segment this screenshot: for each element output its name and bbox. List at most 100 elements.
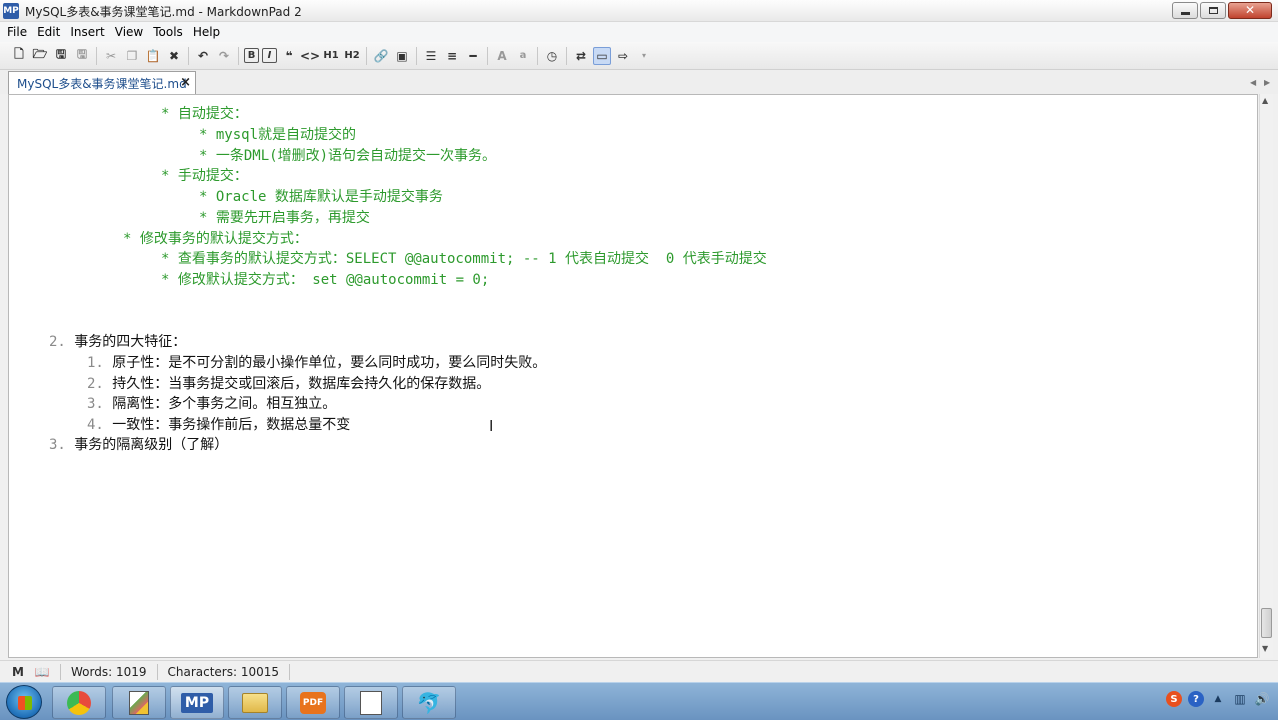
list-text: 一致性：事务操作前后，数据总量不变 — [112, 417, 351, 433]
open-folder-icon[interactable]: 🗁 — [31, 47, 49, 65]
tab-label: MySQL多表&事务课堂笔记.md — [17, 76, 187, 91]
windows-logo-icon — [18, 696, 32, 710]
code-button[interactable]: <> — [300, 47, 320, 65]
scroll-down-icon[interactable]: ▼ — [1262, 644, 1268, 653]
taskbar-browser[interactable] — [52, 686, 106, 719]
image-icon[interactable]: ▣ — [393, 47, 411, 65]
tab-close-icon[interactable]: × — [180, 75, 191, 90]
taskbar-mysql-tool[interactable]: 🐬 — [402, 686, 456, 719]
list-text: 隔离性：多个事务之间。相互独立。 — [112, 396, 337, 412]
list-number: 2. — [49, 334, 66, 350]
markdown-mode-icon[interactable]: M — [10, 665, 26, 679]
font-smaller-button[interactable]: a — [514, 47, 532, 65]
heading1-button[interactable]: H1 — [322, 47, 340, 65]
list-item: 4. 一致性：事务操作前后，数据总量不变 — [87, 415, 350, 435]
toolbar-separator — [238, 46, 239, 65]
cut-icon[interactable]: ✂ — [102, 47, 120, 65]
taskbar-notepad[interactable] — [344, 686, 398, 719]
paste-icon[interactable]: 📋 — [144, 47, 162, 65]
word-count: Words: 1019 — [71, 664, 147, 679]
menu-insert[interactable]: Insert — [65, 25, 109, 39]
taskbar-paint[interactable] — [112, 686, 166, 719]
sogou-input-icon[interactable]: S — [1166, 691, 1182, 707]
toolbar-separator — [188, 46, 189, 65]
notepad-icon — [360, 690, 382, 715]
list-number: 3. — [87, 396, 104, 412]
tab-scroll-left-icon[interactable]: ◀ — [1250, 78, 1256, 87]
markdownpad-logo-icon: MP — [3, 3, 19, 19]
close-icon: ✕ — [1244, 3, 1256, 17]
list-number: 1. — [87, 355, 104, 371]
horizontal-rule-icon[interactable]: ━ — [464, 47, 482, 65]
list-item: 3. 事务的隔离级别（了解） — [49, 435, 228, 455]
menu-view[interactable]: View — [110, 25, 148, 39]
delete-icon[interactable]: ✖ — [165, 47, 183, 65]
editor-line: * 查看事务的默认提交方式：SELECT @@autocommit; -- 1 … — [161, 251, 767, 267]
minimize-icon — [1181, 12, 1190, 15]
undo-icon[interactable]: ↶ — [194, 47, 212, 65]
editor-line: * mysql就是自动提交的 — [199, 127, 357, 143]
menu-tools[interactable]: Tools — [148, 25, 188, 39]
editor-line: * 修改默认提交方式： set @@autocommit = 0; — [161, 272, 490, 288]
unordered-list-icon[interactable]: ☰ — [422, 47, 440, 65]
bold-button[interactable]: B — [244, 48, 259, 63]
taskbar: MP PDF 🐬 S ? ▲ ▥ 🔊 — [0, 682, 1278, 720]
vertical-scrollbar[interactable]: ▲ ▼ — [1259, 94, 1273, 658]
close-button[interactable]: ✕ — [1228, 2, 1272, 19]
volume-icon[interactable]: 🔊 — [1254, 691, 1270, 707]
ordered-list-icon[interactable]: ≡ — [443, 47, 461, 65]
list-item: 1. 原子性：是不可分割的最小操作单位，要么同时成功，要么同时失败。 — [87, 353, 546, 373]
timestamp-icon[interactable]: ◷ — [543, 47, 561, 65]
link-icon[interactable]: 🔗 — [372, 47, 390, 65]
font-larger-button[interactable]: A — [493, 47, 511, 65]
taskbar-markdownpad[interactable]: MP — [170, 686, 224, 719]
browser-icon — [67, 690, 91, 715]
heading2-button[interactable]: H2 — [343, 47, 361, 65]
menu-file[interactable]: File — [2, 25, 32, 39]
new-document-icon[interactable]: 🗋 — [10, 47, 28, 65]
quote-button[interactable]: ❝ — [280, 47, 298, 65]
editor-line: * 需要先开启事务，再提交 — [199, 210, 370, 226]
status-bar: M 📖 Words: 1019 Characters: 10015 — [0, 660, 1278, 682]
toolbar-separator — [366, 46, 367, 65]
tab-document[interactable]: MySQL多表&事务课堂笔记.md × — [8, 71, 196, 94]
taskbar-pdf-reader[interactable]: PDF — [286, 686, 340, 719]
redo-icon[interactable]: ↷ — [215, 47, 233, 65]
copy-icon[interactable]: ❐ — [123, 47, 141, 65]
title-bar: MP MySQL多表&事务课堂笔记.md - MarkdownPad 2 ✕ — [0, 0, 1278, 22]
editor-pane[interactable]: * ······ · ···· * 自动提交： * mysql就是自动提交的 *… — [8, 94, 1258, 658]
toolbar-overflow-icon[interactable]: ▾ — [635, 47, 653, 65]
menu-help[interactable]: Help — [188, 25, 225, 39]
export-icon[interactable]: ⇨ — [614, 47, 632, 65]
scroll-up-icon[interactable]: ▲ — [1262, 96, 1268, 105]
list-text: 持久性：当事务提交或回滚后，数据库会持久化的保存数据。 — [112, 376, 491, 392]
text-cursor-icon: Ι — [489, 417, 494, 435]
editor-line: * 自动提交： — [161, 106, 248, 122]
sync-scroll-icon[interactable]: ⇄ — [572, 47, 590, 65]
tray-expand-icon[interactable]: ▲ — [1210, 691, 1226, 707]
maximize-button[interactable] — [1200, 2, 1226, 19]
minimize-button[interactable] — [1172, 2, 1198, 19]
character-count: Characters: 10015 — [167, 664, 280, 679]
menu-edit[interactable]: Edit — [32, 25, 65, 39]
network-icon[interactable]: ▥ — [1232, 691, 1248, 707]
window-title: MySQL多表&事务课堂笔记.md - MarkdownPad 2 — [25, 5, 302, 19]
book-icon[interactable]: 📖 — [34, 665, 50, 679]
italic-button[interactable]: I — [262, 48, 277, 63]
taskbar-explorer[interactable] — [228, 686, 282, 719]
toolbar-separator — [416, 46, 417, 65]
dolphin-icon: 🐬 — [416, 690, 442, 715]
editor-line: * 手动提交： — [161, 168, 248, 184]
save-all-icon[interactable]: 🖫 — [73, 47, 91, 65]
toolbar-separator — [566, 46, 567, 65]
editor-line: * 修改事务的默认提交方式： — [123, 231, 308, 247]
start-button[interactable] — [6, 685, 42, 719]
status-separator — [60, 663, 61, 680]
scrollbar-thumb[interactable] — [1261, 608, 1272, 638]
save-icon[interactable]: 🖫 — [52, 47, 70, 65]
live-preview-icon[interactable]: ▭ — [593, 46, 611, 65]
tab-bar: MySQL多表&事务课堂笔记.md × ◀ ▶ — [0, 70, 1278, 94]
tab-scroll-right-icon[interactable]: ▶ — [1264, 78, 1270, 87]
help-icon[interactable]: ? — [1188, 691, 1204, 707]
list-text: 事务的隔离级别（了解） — [74, 437, 229, 453]
